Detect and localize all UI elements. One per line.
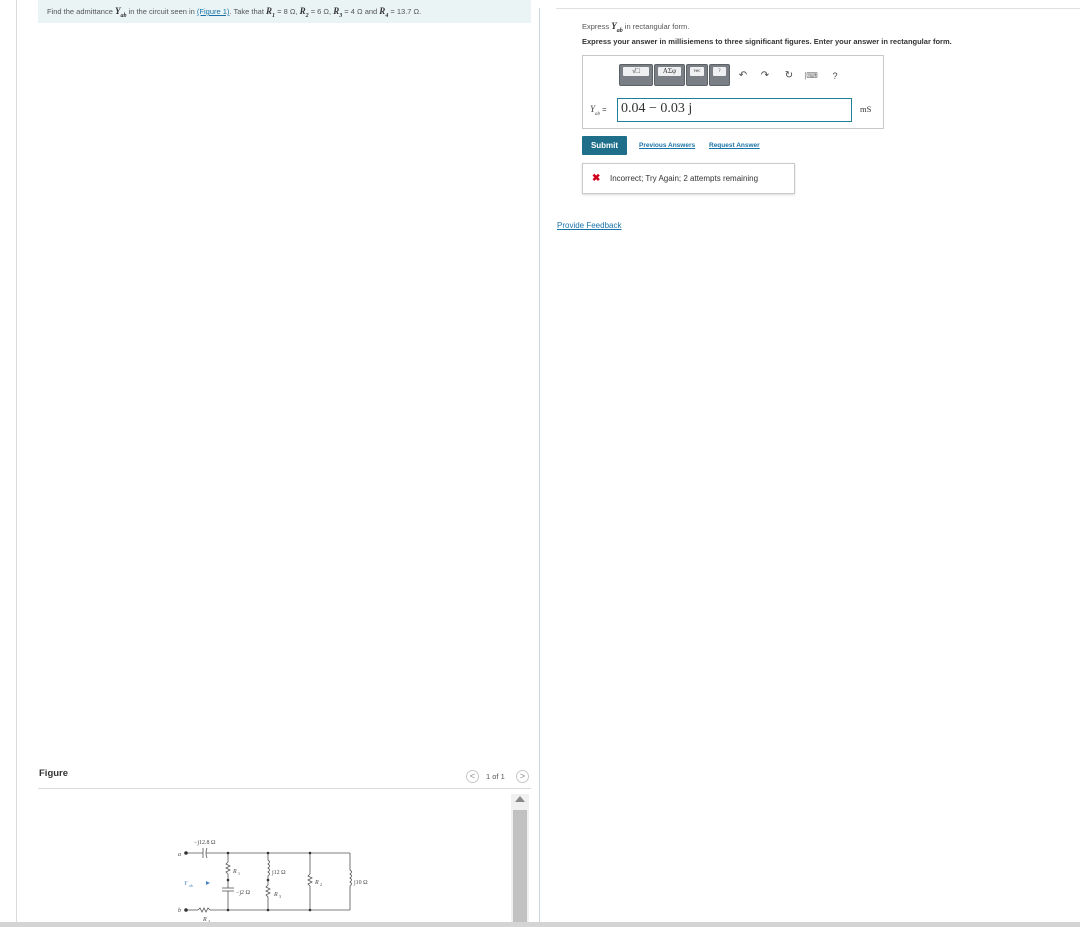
figure-title: Figure	[39, 768, 69, 779]
templates-button[interactable]: √□	[619, 64, 653, 86]
answer-input[interactable]: 0.04 − 0.03 j	[617, 98, 852, 122]
submit-button[interactable]: Submit	[582, 136, 627, 155]
redo-icon[interactable]: ↷	[760, 70, 770, 82]
feedback-message: Incorrect; Try Again; 2 attempts remaini…	[610, 174, 759, 183]
r2-label: R	[314, 880, 319, 886]
node-b-label: b	[178, 908, 181, 914]
next-figure-button[interactable]: >	[516, 770, 529, 783]
cap-top-label: −j12.8 Ω	[194, 840, 216, 846]
bottom-scrollbar[interactable]	[0, 922, 1080, 927]
y-label: Y	[184, 881, 188, 887]
incorrect-icon: ✖	[592, 173, 601, 184]
j10-label: j10 Ω	[353, 880, 368, 886]
r1-sub-label: 1	[238, 871, 240, 876]
scroll-up-arrow-icon[interactable]	[515, 796, 525, 802]
request-answer-link[interactable]: Request Answer	[709, 142, 760, 149]
j12-label: j12 Ω	[271, 870, 286, 876]
help-icon[interactable]: ?	[830, 70, 840, 82]
r3-sub-label: 3	[279, 894, 281, 899]
node-a-label: a	[178, 852, 181, 858]
figure-link[interactable]: (Figure 1)	[197, 7, 230, 16]
column-divider[interactable]	[539, 8, 540, 922]
reset-icon[interactable]: ↻	[783, 70, 795, 82]
figure-counter: 1 of 1	[486, 772, 505, 781]
previous-answers-link[interactable]: Previous Answers	[639, 142, 695, 149]
circuit-diagram: −j12.8 Ω a b Y ab R 1 −j2 Ω j12 Ω R 3 R …	[178, 840, 368, 922]
r1-label: R	[232, 869, 237, 875]
keyboard-icon[interactable]: |⌨	[802, 70, 820, 82]
greek-symbols-button[interactable]: ΑΣφ	[654, 64, 685, 86]
right-top-border	[556, 8, 1080, 9]
vector-button[interactable]: vec	[686, 64, 708, 86]
figure-divider	[38, 788, 531, 789]
previous-figure-button[interactable]: <	[466, 770, 479, 783]
r2-sub-label: 2	[320, 882, 322, 887]
scrollbar-thumb[interactable]	[513, 810, 527, 922]
left-border	[16, 0, 17, 922]
problem-statement: Find the admittance Yab in the circuit s…	[47, 6, 422, 19]
y-sub-label: ab	[189, 883, 193, 888]
question-prompt: Express Yab in rectangular form.	[582, 21, 690, 34]
units-button[interactable]: ?	[709, 64, 730, 86]
unit-label: mS	[860, 104, 872, 114]
undo-icon[interactable]: ↶	[738, 70, 748, 82]
provide-feedback-link[interactable]: Provide Feedback	[557, 221, 621, 230]
j2-label: −j2 Ω	[236, 890, 251, 896]
r3-label: R	[273, 892, 278, 898]
answer-label: Yab =	[590, 104, 607, 117]
question-instructions: Express your answer in millisiemens to t…	[582, 37, 952, 46]
